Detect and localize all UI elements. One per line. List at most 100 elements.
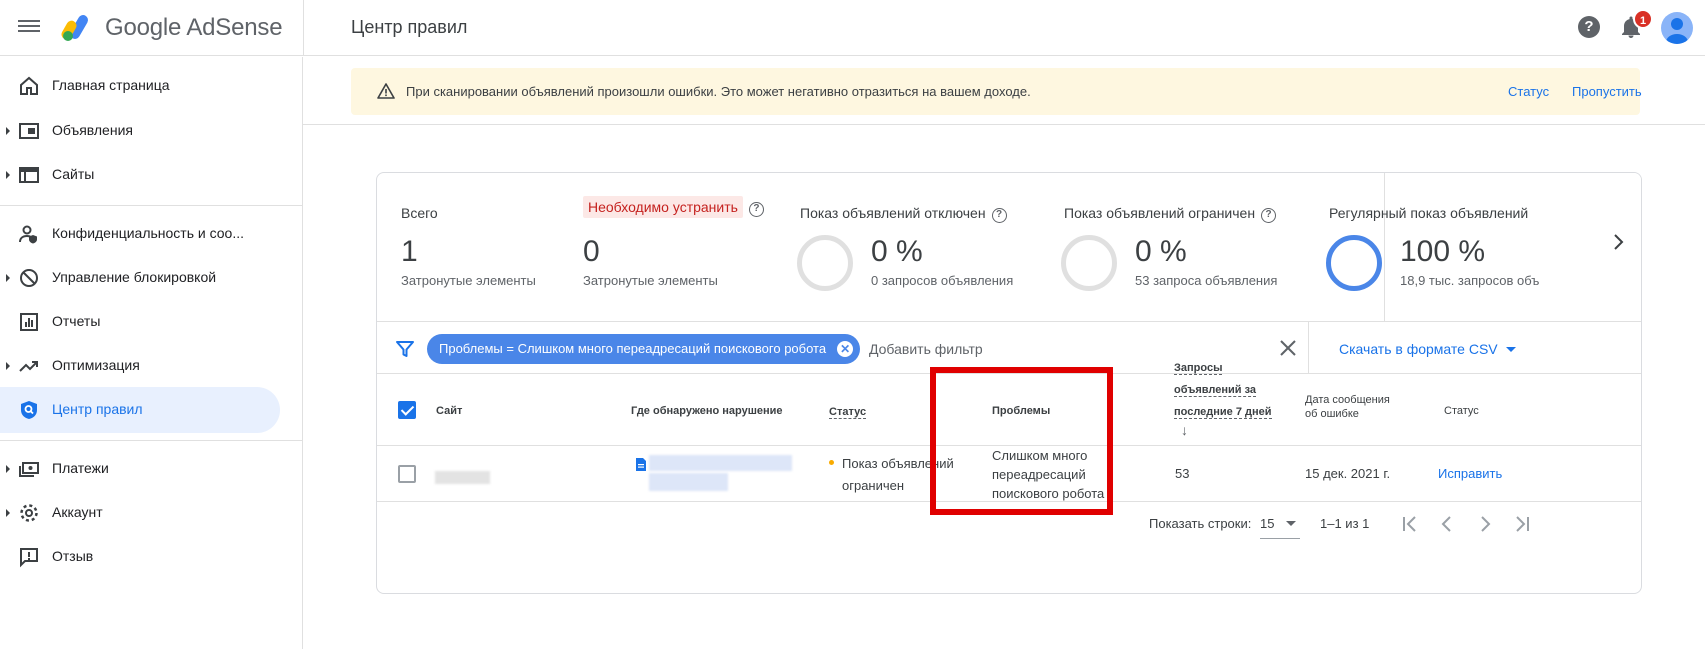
- expand-caret-icon[interactable]: [6, 465, 10, 473]
- banner-skip-link[interactable]: Пропустить: [1572, 84, 1642, 99]
- first-page-icon[interactable]: [1399, 513, 1421, 535]
- help-icon[interactable]: ?: [1578, 16, 1600, 38]
- sort-descending-icon[interactable]: ↓: [1181, 422, 1188, 438]
- settings-icon: [20, 504, 38, 522]
- warning-icon: [377, 83, 395, 99]
- sidebar-item-privacy[interactable]: Конфиденциальность и соо...: [0, 211, 280, 257]
- menu-icon[interactable]: [18, 17, 40, 39]
- divider: [303, 0, 304, 56]
- sidebar-item-payments[interactable]: Платежи: [0, 446, 280, 492]
- sidebar-item-label: Платежи: [52, 460, 109, 476]
- sidebar-item-blocking[interactable]: Управление блокировкой: [0, 255, 280, 301]
- stat-value: 0 %: [1135, 235, 1187, 268]
- column-header-status[interactable]: Статус: [829, 402, 867, 422]
- column-header-date[interactable]: Дата сообщения об ошибке: [1305, 393, 1390, 421]
- stat-ads-limited[interactable]: Показ объявлений ограничен? 0 % 53 запро…: [1061, 173, 1321, 321]
- stat-must-fix[interactable]: Необходимо устранить? 0 Затронутые элеме…: [583, 173, 783, 321]
- filter-chip-label: Проблемы = Слишком много переадресаций п…: [439, 341, 827, 356]
- redacted-url[interactable]: [649, 473, 728, 491]
- close-icon[interactable]: ✕: [837, 341, 854, 357]
- header-text: об ошибке: [1305, 408, 1359, 420]
- column-header-where[interactable]: Где обнаружено нарушение: [631, 405, 783, 417]
- document-icon: [636, 458, 646, 471]
- help-icon[interactable]: ?: [1261, 208, 1277, 223]
- expand-caret-icon[interactable]: [6, 274, 10, 282]
- add-filter-input[interactable]: Добавить фильтр: [869, 341, 983, 357]
- chevron-right-icon[interactable]: [1607, 231, 1629, 253]
- chevron-down-icon: [1505, 347, 1516, 352]
- stat-total: Всего 1 Затронутые элементы: [401, 173, 571, 321]
- last-page-icon[interactable]: [1511, 513, 1533, 535]
- sidebar-item-policy-center[interactable]: Центр правил: [0, 387, 280, 433]
- avatar[interactable]: [1661, 12, 1693, 44]
- sites-icon: [19, 167, 39, 183]
- sidebar-divider: [0, 440, 303, 441]
- sidebar-item-feedback[interactable]: Отзыв: [0, 534, 280, 580]
- stat-label-text: Показ объявлений ограничен: [1064, 205, 1256, 221]
- previous-page-icon[interactable]: [1436, 513, 1458, 535]
- header-text: Запросы: [1174, 362, 1223, 375]
- stat-value: 0: [583, 235, 600, 268]
- stat-value: 0 %: [871, 235, 923, 268]
- stat-sub: Затронутые элементы: [401, 273, 536, 288]
- expand-caret-icon[interactable]: [6, 362, 10, 370]
- rows-per-page-label: Показать строки:: [1149, 516, 1252, 531]
- sidebar-item-label: Отчеты: [52, 313, 101, 329]
- donut-chart: [1326, 235, 1382, 291]
- sidebar: Главная страница Объявления Сайты Конфид…: [0, 57, 303, 649]
- sidebar-item-label: Сайты: [52, 166, 95, 182]
- banner-message: При сканировании объявлений произошли ош…: [406, 84, 1031, 99]
- stat-ads-disabled[interactable]: Показ объявлений отключен? 0 % 0 запросо…: [797, 173, 1037, 321]
- notification-badge: 1: [1633, 9, 1653, 29]
- sidebar-item-sites[interactable]: Сайты: [0, 152, 280, 198]
- csv-label: Скачать в формате CSV: [1339, 341, 1498, 357]
- banner-status-link[interactable]: Статус: [1508, 84, 1549, 99]
- expand-caret-icon[interactable]: [6, 127, 10, 135]
- help-icon[interactable]: ?: [991, 208, 1007, 223]
- redacted-site: [435, 471, 490, 484]
- divider: [303, 124, 1705, 125]
- sidebar-item-home[interactable]: Главная страница: [0, 63, 280, 109]
- sidebar-item-label: Конфиденциальность и соо...: [52, 225, 245, 241]
- expand-caret-icon[interactable]: [6, 171, 10, 179]
- stat-label: Всего: [401, 205, 438, 221]
- stat-label: Регулярный показ объявлений: [1329, 205, 1529, 221]
- expand-caret-icon[interactable]: [6, 509, 10, 517]
- help-icon[interactable]: ?: [748, 202, 764, 217]
- sidebar-item-label: Главная страница: [52, 77, 170, 93]
- column-header-requests[interactable]: Запросы объявлений за последние 7 дней: [1174, 357, 1272, 423]
- row-checkbox[interactable]: [398, 465, 416, 483]
- sidebar-item-reports[interactable]: Отчеты: [0, 299, 280, 345]
- stat-sub: 53 запроса объявления: [1135, 273, 1278, 288]
- sidebar-item-optimization[interactable]: Оптимизация: [0, 343, 280, 389]
- active-filter-chip[interactable]: Проблемы = Слишком много переадресаций п…: [427, 334, 861, 364]
- top-bar: Google AdSense Центр правил ? 1: [0, 0, 1705, 56]
- highlight-annotation: [930, 367, 1113, 515]
- pagination-range: 1–1 из 1: [1320, 516, 1370, 531]
- download-csv-button[interactable]: Скачать в формате CSV: [1339, 341, 1516, 357]
- status-dot-icon: [829, 460, 834, 465]
- stat-sub: Затронутые элементы: [583, 273, 718, 288]
- fix-button[interactable]: Исправить: [1438, 466, 1502, 481]
- redacted-url[interactable]: [649, 455, 792, 471]
- sidebar-item-ads[interactable]: Объявления: [0, 108, 280, 154]
- feedback-icon: [20, 548, 38, 568]
- adsense-logo[interactable]: [60, 12, 94, 42]
- clear-filters-icon[interactable]: [1277, 337, 1299, 359]
- rows-per-page-select[interactable]: 15: [1260, 513, 1300, 539]
- sidebar-item-account[interactable]: Аккаунт: [0, 490, 280, 536]
- select-all-checkbox[interactable]: [398, 401, 416, 419]
- chevron-down-icon: [1286, 521, 1296, 526]
- header-text: последние 7 дней: [1174, 406, 1272, 419]
- filter-icon[interactable]: [395, 339, 415, 359]
- person-icon: [1666, 18, 1688, 44]
- privacy-icon: [19, 225, 37, 244]
- next-page-icon[interactable]: [1474, 513, 1496, 535]
- stat-label-text: Показ объявлений отключен: [800, 205, 986, 221]
- policy-shield-icon: [21, 401, 37, 419]
- stat-value: 1: [401, 235, 418, 268]
- sidebar-item-label: Управление блокировкой: [52, 269, 217, 285]
- reports-icon: [20, 313, 38, 331]
- column-header-action[interactable]: Статус: [1444, 405, 1479, 417]
- column-header-site[interactable]: Сайт: [436, 405, 462, 417]
